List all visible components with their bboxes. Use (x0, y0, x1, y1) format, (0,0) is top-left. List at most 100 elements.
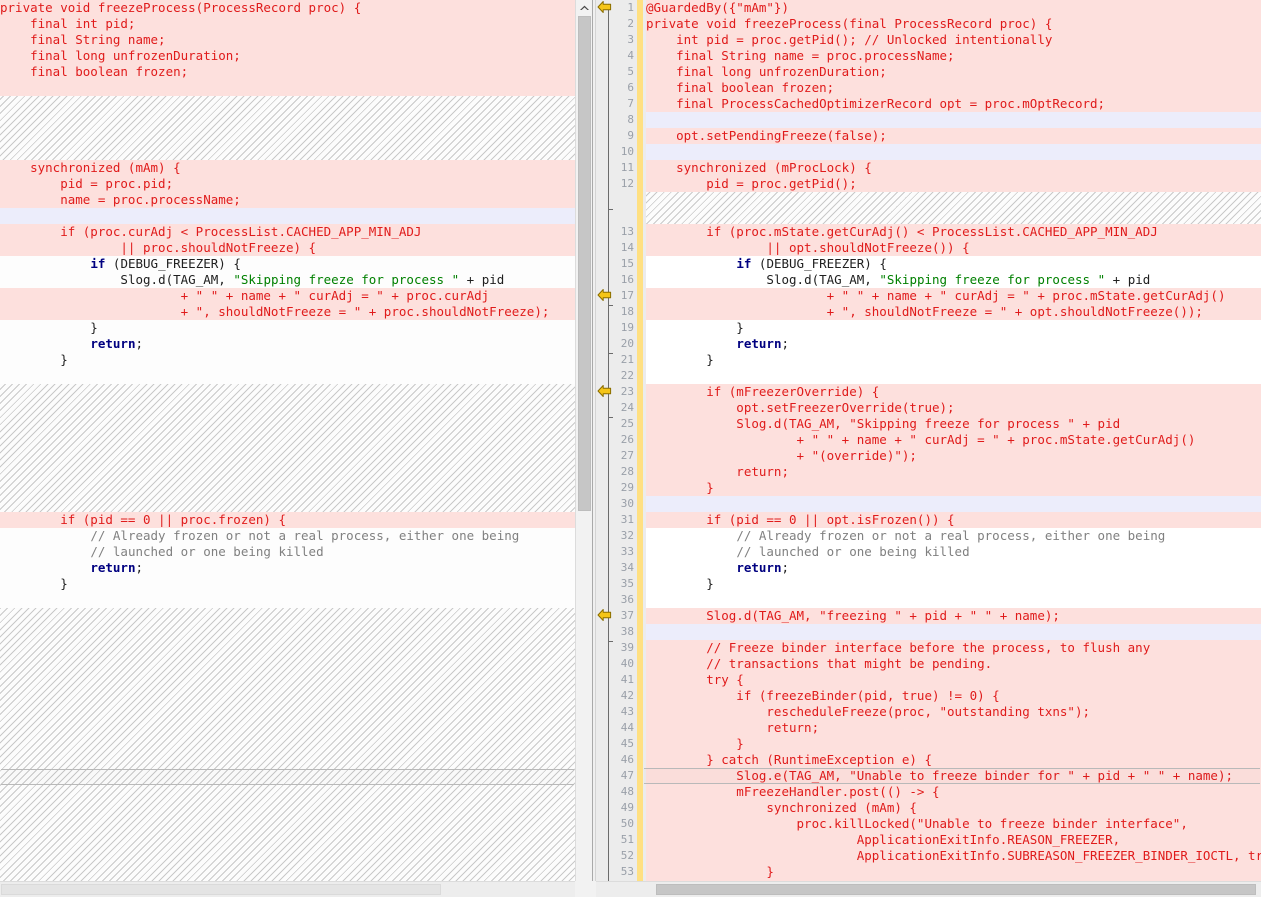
code-line[interactable]: // Already frozen or not a real process,… (0, 528, 575, 544)
code-line[interactable]: if (DEBUG_FREEZER) { (643, 256, 1261, 272)
code-line[interactable]: final ProcessCachedOptimizerRecord opt =… (643, 96, 1261, 112)
left-vertical-scrollbar[interactable] (575, 0, 592, 897)
code-line[interactable]: // Already frozen or not a real process,… (643, 528, 1261, 544)
right-code-surface[interactable]: @GuardedBy({"mAm"}) private void freezePr… (596, 0, 1261, 897)
code-line[interactable]: + ", shouldNotFreeze = " + proc.shouldNo… (0, 304, 575, 320)
code-line[interactable]: } (643, 736, 1261, 752)
code-line[interactable]: + "(override)"); (643, 448, 1261, 464)
code-line[interactable]: } catch (RuntimeException e) { (643, 752, 1261, 768)
left-code-surface[interactable]: private void freezeProcess(ProcessRecord… (0, 0, 575, 897)
code-line[interactable]: return; (0, 336, 575, 352)
code-line[interactable] (0, 80, 575, 96)
code-line[interactable]: try { (643, 672, 1261, 688)
code-line[interactable]: } (0, 352, 575, 368)
code-line[interactable]: rescheduleFreeze(proc, "outstanding txns… (643, 704, 1261, 720)
code-line[interactable]: Slog.d(TAG_AM, "Skipping freeze for proc… (0, 272, 575, 288)
code-line[interactable]: final long unfrozenDuration; (0, 48, 575, 64)
code-line[interactable]: synchronized (mAm) { (643, 800, 1261, 816)
code-line[interactable]: Slog.e(TAG_AM, "Unable to freeze binder … (643, 768, 1261, 784)
right-horizontal-scrollbar-thumb[interactable] (656, 884, 1256, 895)
vertical-scrollbar-thumb[interactable] (578, 16, 591, 511)
left-horizontal-scrollbar-thumb[interactable] (1, 884, 441, 895)
code-line[interactable]: // Freeze binder interface before the pr… (643, 640, 1261, 656)
accept-change-arrow-icon[interactable] (597, 608, 613, 624)
code-line[interactable]: Slog.d(TAG_AM, "Skipping freeze for proc… (643, 416, 1261, 432)
code-line[interactable] (643, 144, 1261, 160)
code-line[interactable]: proc.killLocked("Unable to freeze binder… (643, 816, 1261, 832)
code-line[interactable]: + " " + name + " curAdj = " + proc.curAd… (0, 288, 575, 304)
code-line[interactable]: final boolean frozen; (0, 64, 575, 80)
accept-change-arrow-icon[interactable] (597, 0, 613, 16)
right-horizontal-scrollbar[interactable] (596, 881, 1261, 897)
code-line-text: if (freezeBinder(pid, true) != 0) { (646, 688, 1000, 703)
line-number: 35 (620, 577, 634, 590)
code-line[interactable]: // launched or one being killed (643, 544, 1261, 560)
code-line[interactable]: // transactions that might be pending. (643, 656, 1261, 672)
code-line[interactable]: synchronized (mProcLock) { (643, 160, 1261, 176)
code-line[interactable]: ApplicationExitInfo.SUBREASON_FREEZER_BI… (643, 848, 1261, 864)
code-line[interactable]: ApplicationExitInfo.REASON_FREEZER, (643, 832, 1261, 848)
code-line[interactable] (0, 592, 575, 608)
code-line[interactable]: int pid = proc.getPid(); // Unlocked int… (643, 32, 1261, 48)
code-line[interactable] (643, 624, 1261, 640)
code-line[interactable]: Slog.d(TAG_AM, "freezing " + pid + " " +… (643, 608, 1261, 624)
left-horizontal-scrollbar[interactable] (0, 881, 575, 897)
code-line[interactable]: + ", shouldNotFreeze = " + opt.shouldNot… (643, 304, 1261, 320)
code-line[interactable]: if (proc.curAdj < ProcessList.CACHED_APP… (0, 224, 575, 240)
code-line[interactable] (0, 368, 575, 384)
code-line[interactable]: return; (0, 560, 575, 576)
change-marker-bar[interactable] (637, 0, 643, 897)
code-line[interactable]: opt.setFreezerOverride(true); (643, 400, 1261, 416)
left-diff-pane[interactable]: private void freezeProcess(ProcessRecord… (0, 0, 575, 897)
code-line[interactable]: @GuardedBy({"mAm"}) (643, 0, 1261, 16)
accept-change-arrow-icon[interactable] (597, 288, 613, 304)
code-line-text: Slog.d(TAG_AM, "Skipping freeze for proc… (120, 272, 505, 287)
accept-change-arrow-icon[interactable] (597, 384, 613, 400)
code-line[interactable]: final String name = proc.processName; (643, 48, 1261, 64)
code-line[interactable]: Slog.d(TAG_AM, "Skipping freeze for proc… (643, 272, 1261, 288)
scroll-up-arrow-icon[interactable] (576, 0, 592, 16)
code-line[interactable]: mFreezeHandler.post(() -> { (643, 784, 1261, 800)
code-line[interactable]: } (643, 576, 1261, 592)
code-line-text: + ", shouldNotFreeze = " + proc.shouldNo… (0, 304, 550, 319)
code-line[interactable]: if (DEBUG_FREEZER) { (0, 256, 575, 272)
code-line[interactable]: final boolean frozen; (643, 80, 1261, 96)
code-line[interactable]: return; (643, 336, 1261, 352)
code-line[interactable] (643, 592, 1261, 608)
code-line[interactable]: private void freezeProcess(ProcessRecord… (0, 0, 575, 16)
code-line[interactable]: + " " + name + " curAdj = " + proc.mStat… (643, 432, 1261, 448)
code-line[interactable]: } (643, 320, 1261, 336)
code-line[interactable]: } (0, 320, 575, 336)
code-line[interactable] (643, 368, 1261, 384)
code-line[interactable]: // launched or one being killed (0, 544, 575, 560)
code-line[interactable]: if (pid == 0 || opt.isFrozen()) { (643, 512, 1261, 528)
code-line[interactable]: name = proc.processName; (0, 192, 575, 208)
code-line[interactable]: pid = proc.getPid(); (643, 176, 1261, 192)
code-line[interactable]: return; (643, 720, 1261, 736)
code-line[interactable] (643, 112, 1261, 128)
code-line[interactable]: if (mFreezerOverride) { (643, 384, 1261, 400)
right-gutter[interactable]: 1 2 3 4 5 6 7 8 9 10 11 12 13 14 15 16 17 18 19 20 21 22 23 24 2… (596, 0, 646, 897)
right-diff-pane[interactable]: @GuardedBy({"mAm"}) private void freezePr… (596, 0, 1261, 897)
code-line[interactable]: private void freezeProcess(final Process… (643, 16, 1261, 32)
code-line[interactable]: opt.setPendingFreeze(false); (643, 128, 1261, 144)
code-line[interactable]: final int pid; (0, 16, 575, 32)
code-line[interactable]: + " " + name + " curAdj = " + proc.mStat… (643, 288, 1261, 304)
code-line[interactable]: pid = proc.pid; (0, 176, 575, 192)
code-line[interactable]: final String name; (0, 32, 575, 48)
code-line[interactable]: return; (643, 464, 1261, 480)
code-line[interactable]: if (freezeBinder(pid, true) != 0) { (643, 688, 1261, 704)
code-line[interactable]: return; (643, 560, 1261, 576)
code-line[interactable]: if (pid == 0 || proc.frozen) { (0, 512, 575, 528)
code-line[interactable] (0, 208, 575, 224)
code-line[interactable]: final long unfrozenDuration; (643, 64, 1261, 80)
code-line[interactable]: } (643, 480, 1261, 496)
code-line[interactable]: || proc.shouldNotFreeze) { (0, 240, 575, 256)
code-line[interactable]: } (0, 576, 575, 592)
code-line[interactable]: } (643, 352, 1261, 368)
code-line[interactable]: } (643, 864, 1261, 880)
code-line[interactable] (643, 496, 1261, 512)
code-line[interactable]: if (proc.mState.getCurAdj() < ProcessLis… (643, 224, 1261, 240)
code-line[interactable]: synchronized (mAm) { (0, 160, 575, 176)
code-line[interactable]: || opt.shouldNotFreeze()) { (643, 240, 1261, 256)
